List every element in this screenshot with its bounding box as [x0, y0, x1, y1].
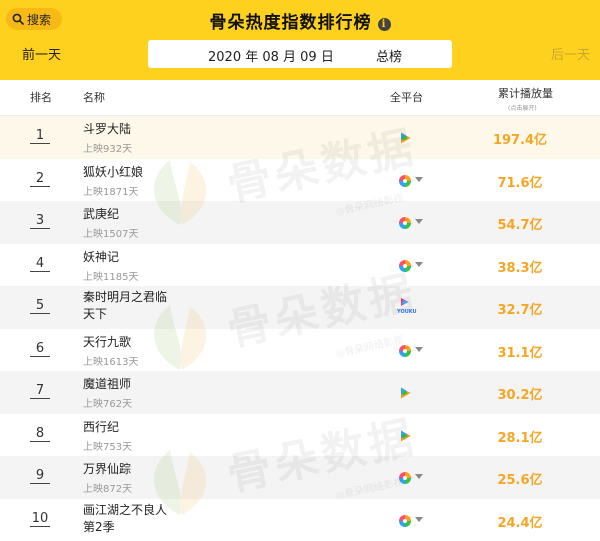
release-days: 上映932天: [83, 144, 133, 155]
page-title: 骨朵热度指数排行榜 i: [0, 8, 600, 33]
rank-number: 4: [30, 256, 50, 272]
rank-number: 2: [30, 171, 50, 187]
tencent-video-icon: [398, 385, 412, 399]
platform-dropdown-caret-icon[interactable]: [415, 176, 423, 182]
table-row[interactable]: 3 武庚纪上映1507天 54.7亿: [0, 201, 600, 244]
date-selector[interactable]: 2020 年 08 月 09 日 总榜: [148, 40, 452, 68]
play-count: 71.6亿: [497, 175, 543, 191]
rank-number: 1: [30, 128, 50, 144]
multi-platform-icon: [398, 215, 412, 229]
play-count: 28.1亿: [497, 430, 543, 446]
platform-dropdown-caret-icon[interactable]: [415, 474, 423, 479]
table-row[interactable]: 9 万界仙踪上映872天 25.6亿: [0, 456, 600, 499]
table-row[interactable]: 10 画江湖之不良人 第2季 24.4亿: [0, 499, 600, 541]
show-title[interactable]: 妖神记: [83, 250, 193, 264]
show-title[interactable]: 斗罗大陆: [83, 122, 193, 136]
release-days: 上映1507天: [83, 229, 139, 240]
table-row[interactable]: 7 魔道祖师上映762天 30.2亿: [0, 371, 600, 414]
col-platform: 全平台: [390, 91, 423, 104]
board-selector[interactable]: 总榜: [376, 46, 402, 65]
page-title-text: 骨朵热度指数排行榜: [209, 13, 372, 33]
release-days: 上映753天: [83, 441, 133, 453]
platform-dropdown-caret-icon[interactable]: [415, 219, 423, 224]
platform-dropdown-caret-icon[interactable]: [415, 516, 423, 522]
table-header: 排名 名称 全平台 累计播放量 (点击展开): [0, 80, 600, 116]
play-count: 30.2亿: [497, 388, 543, 403]
show-title[interactable]: 魔道祖师: [83, 377, 193, 391]
release-days: 上映1185天: [83, 271, 139, 283]
rank-number: 5: [30, 298, 50, 314]
table-row[interactable]: 1 斗罗大陆上映932天 197.4亿: [0, 116, 600, 159]
multi-platform-icon: [398, 470, 412, 484]
play-count: 38.3亿: [497, 260, 543, 276]
table-row[interactable]: 4 妖神记上映1185天 38.3亿: [0, 244, 600, 287]
col-plays-hint: (点击展开): [508, 105, 537, 112]
rank-number: 8: [30, 426, 50, 442]
release-days: 上映762天: [83, 399, 133, 410]
tencent-video-icon: [398, 130, 412, 144]
show-title[interactable]: 天行九歌: [83, 335, 193, 349]
show-title-line2: 第2季: [83, 519, 115, 534]
table-row[interactable]: 5 秦时明月之君临 天下 YOUKU 32.7亿: [0, 286, 600, 329]
show-title[interactable]: 武庚纪: [83, 207, 193, 221]
show-title[interactable]: 画江湖之不良人: [83, 503, 193, 517]
release-days: 上映872天: [83, 484, 133, 495]
rank-number: 3: [30, 213, 50, 229]
rank-number: 10: [30, 510, 50, 527]
platform-dropdown-caret-icon[interactable]: [415, 346, 423, 352]
youku-label: YOUKU: [397, 309, 417, 315]
tencent-video-icon: [398, 428, 412, 442]
show-title-line2: 天下: [83, 307, 108, 321]
platform-dropdown-caret-icon[interactable]: [415, 261, 423, 267]
col-name: 名称: [83, 91, 105, 104]
info-icon[interactable]: i: [377, 18, 391, 31]
rank-number: 6: [30, 341, 50, 357]
rank-number: 9: [30, 468, 50, 484]
show-title[interactable]: 西行纪: [83, 420, 193, 434]
next-day-button[interactable]: 后一天: [551, 44, 590, 63]
col-rank: 排名: [30, 91, 52, 104]
table-row[interactable]: 6 天行九歌上映1613天 31.1亿: [0, 329, 600, 372]
show-title[interactable]: 秦时明月之君临: [83, 290, 193, 304]
show-title[interactable]: 万界仙踪: [83, 462, 193, 476]
play-count: 32.7亿: [497, 303, 543, 318]
play-count: 25.6亿: [497, 473, 543, 488]
multi-platform-icon: [398, 258, 412, 272]
col-plays[interactable]: 累计播放量: [498, 85, 553, 101]
prev-day-button[interactable]: 前一天: [22, 44, 61, 63]
play-count: 24.4亿: [497, 515, 543, 531]
multi-platform-icon: [398, 173, 412, 187]
play-count: 197.4亿: [492, 133, 548, 148]
release-days: 上映1613天: [83, 356, 139, 368]
rank-number: 7: [30, 383, 50, 399]
table-row[interactable]: 2 狐妖小红娘上映1871天 71.6亿: [0, 159, 600, 202]
show-title[interactable]: 狐妖小红娘: [83, 165, 193, 179]
multi-platform-icon: [398, 343, 412, 357]
play-count: 54.7亿: [497, 218, 543, 233]
youku-icon: YOUKU: [397, 296, 417, 315]
table-row[interactable]: 8 西行纪上映753天 28.1亿: [0, 414, 600, 457]
date-text: 2020 年 08 月 09 日: [208, 50, 334, 65]
header-bar: 搜索 骨朵热度指数排行榜 i 前一天 2020 年 08 月 09 日 总榜 后一…: [0, 0, 600, 80]
play-count: 31.1亿: [497, 345, 543, 361]
multi-platform-icon: [398, 513, 412, 527]
release-days: 上映1871天: [83, 186, 139, 198]
